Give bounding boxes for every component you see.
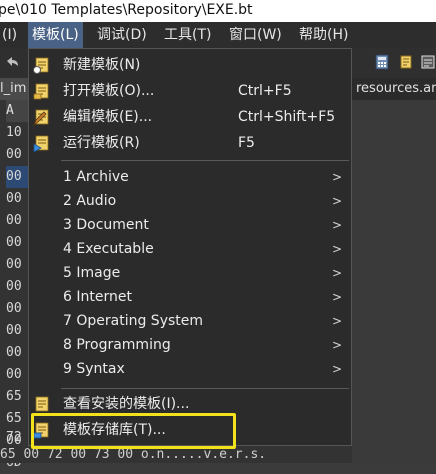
menu-edit-template[interactable]: 编辑模板(E)... Ctrl+Shift+F5 bbox=[29, 105, 351, 129]
menu-item-debug[interactable]: 调试(D) bbox=[93, 22, 151, 48]
menu-item-label: 打开模板(O)... bbox=[63, 83, 155, 99]
calculator-icon[interactable] bbox=[374, 54, 390, 70]
submenu-archive[interactable]: 1 Archive > bbox=[29, 165, 351, 189]
hex-editor-left-pane: l_im A 10 00 00 00 00 00 00 00 00 00 00 … bbox=[0, 78, 32, 470]
menu-item-shortcut: Ctrl+F5 bbox=[238, 83, 292, 99]
menu-item-label: 8 Programming bbox=[63, 337, 171, 353]
menu-item-label: 1 Archive bbox=[63, 169, 129, 185]
run-template-icon bbox=[33, 135, 49, 152]
submenu-programming[interactable]: 8 Programming > bbox=[29, 333, 351, 357]
menu-item-label: 5 Image bbox=[63, 265, 121, 281]
right-editor-tab[interactable]: resources.ar bbox=[356, 78, 436, 100]
menu-item-tools[interactable]: 工具(T) bbox=[160, 22, 215, 48]
undo-icon[interactable] bbox=[4, 54, 20, 70]
menu-item-label: 编辑模板(E)... bbox=[63, 109, 153, 125]
menu-item-label: 6 Internet bbox=[63, 289, 132, 305]
menu-item-label: 3 Document bbox=[63, 217, 149, 233]
chevron-right-icon: > bbox=[332, 362, 343, 376]
menu-item-label: 运行模板(R) bbox=[63, 135, 140, 151]
editor-tab[interactable]: l_im bbox=[0, 78, 30, 100]
submenu-image[interactable]: 5 Image > bbox=[29, 261, 351, 285]
right-tab-bar: resources.ar bbox=[352, 78, 436, 100]
menu-separator bbox=[61, 160, 349, 161]
edit-template-icon bbox=[33, 109, 49, 126]
submenu-document[interactable]: 3 Document > bbox=[29, 213, 351, 237]
menu-item-shortcut: F5 bbox=[238, 135, 255, 151]
submenu-audio[interactable]: 2 Audio > bbox=[29, 189, 351, 213]
open-template-icon bbox=[33, 83, 49, 100]
window-title: pe\010 Templates\Repository\EXE.bt bbox=[0, 2, 253, 18]
script-tool-icon[interactable] bbox=[420, 54, 436, 70]
menu-bar: (I) 模板(L) 调试(D) 工具(T) 窗口(W) 帮助(H) bbox=[0, 22, 436, 48]
window-title-bar: pe\010 Templates\Repository\EXE.bt bbox=[0, 0, 436, 22]
menu-item-label: 7 Operating System bbox=[63, 313, 204, 329]
view-installed-icon bbox=[35, 396, 49, 412]
chevron-right-icon: > bbox=[332, 338, 343, 352]
right-pane: resources.ar bbox=[352, 78, 436, 463]
menu-item-template[interactable]: 模板(L) bbox=[28, 22, 83, 48]
chevron-right-icon: > bbox=[332, 290, 343, 304]
menu-item-label: 新建模板(N) bbox=[63, 57, 141, 73]
template-menu-dropdown: 新建模板(N) 打开模板(O)... Ctrl+F5 编辑模板(E)... Ct… bbox=[28, 48, 352, 446]
menu-separator bbox=[61, 388, 349, 389]
new-template-icon bbox=[33, 57, 49, 74]
annotation-highlight-box bbox=[31, 413, 236, 449]
menu-item-label: 2 Audio bbox=[63, 193, 117, 209]
menu-item-label: 9 Syntax bbox=[63, 361, 125, 377]
submenu-internet[interactable]: 6 Internet > bbox=[29, 285, 351, 309]
menu-item-help[interactable]: 帮助(H) bbox=[295, 22, 352, 48]
submenu-executable[interactable]: 4 Executable > bbox=[29, 237, 351, 261]
chevron-right-icon: > bbox=[332, 218, 343, 232]
chevron-right-icon: > bbox=[332, 314, 343, 328]
chevron-right-icon: > bbox=[332, 242, 343, 256]
submenu-syntax[interactable]: 9 Syntax > bbox=[29, 357, 351, 381]
chevron-right-icon: > bbox=[332, 194, 343, 208]
submenu-operating-system[interactable]: 7 Operating System > bbox=[29, 309, 351, 333]
template-tool-icon[interactable] bbox=[398, 54, 414, 70]
menu-new-template[interactable]: 新建模板(N) bbox=[29, 53, 351, 77]
menu-item-window[interactable]: 窗口(W) bbox=[225, 22, 286, 48]
menu-open-template[interactable]: 打开模板(O)... Ctrl+F5 bbox=[29, 79, 351, 103]
hex-row: 72 bbox=[6, 430, 22, 445]
menu-item-partial[interactable]: (I) bbox=[0, 22, 21, 48]
chevron-right-icon: > bbox=[332, 170, 343, 184]
menu-item-shortcut: Ctrl+Shift+F5 bbox=[238, 109, 336, 125]
menu-item-label: 4 Executable bbox=[63, 241, 154, 257]
chevron-right-icon: > bbox=[332, 266, 343, 280]
menu-run-template[interactable]: 运行模板(R) F5 bbox=[29, 131, 351, 155]
